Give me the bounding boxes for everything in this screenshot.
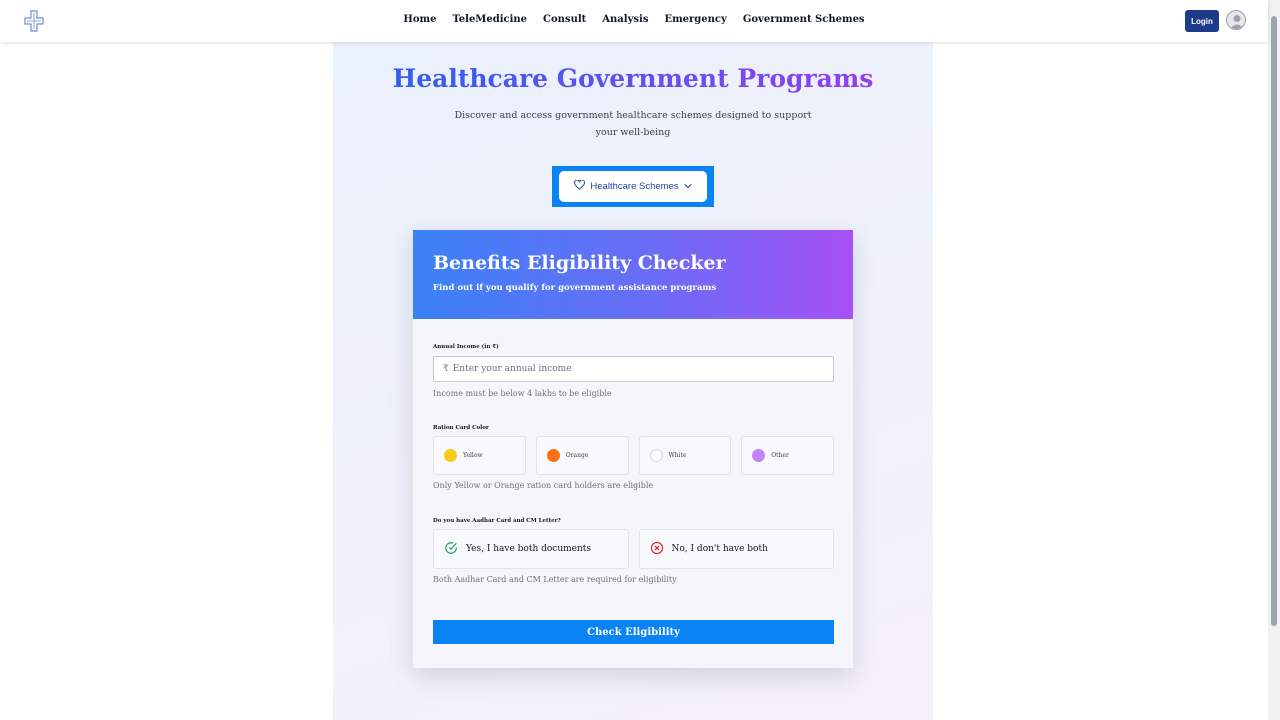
healthcare-schemes-dropdown[interactable]: Healthcare Schemes <box>559 171 707 202</box>
ration-option-white[interactable]: White <box>638 436 732 475</box>
nav-emergency[interactable]: Emergency <box>664 14 726 25</box>
nav-telemedicine[interactable]: TeleMedicine <box>452 14 527 25</box>
documents-no-option[interactable]: No, I don't have both <box>638 529 834 569</box>
purple-dot-icon <box>752 449 766 462</box>
orange-dot-icon <box>546 449 560 462</box>
dropdown-label: Healthcare Schemes <box>590 181 679 192</box>
page-scrollbar[interactable] <box>1268 0 1280 720</box>
yellow-dot-icon <box>444 449 457 462</box>
ration-color-options: Yellow Orange White Other <box>433 436 834 475</box>
main-content: Healthcare Government Programs Discover … <box>333 42 933 720</box>
card-header: Benefits Eligibility Checker Find out if… <box>413 230 853 319</box>
ration-option-yellow[interactable]: Yellow <box>433 436 526 475</box>
income-label: Annual Income (in ₹) <box>433 344 499 350</box>
option-label: Yellow <box>463 452 483 459</box>
ration-option-orange[interactable]: Orange <box>535 436 629 475</box>
chevron-down-icon <box>684 181 692 192</box>
option-label: Other <box>771 452 789 459</box>
heart-icon <box>574 179 586 193</box>
documents-yes-option[interactable]: Yes, I have both documents <box>433 529 629 569</box>
login-button[interactable]: Login <box>1185 10 1219 32</box>
card-subtitle: Find out if you qualify for government a… <box>433 283 717 293</box>
eligibility-checker-card: Benefits Eligibility Checker Find out if… <box>413 230 853 668</box>
income-hint: Income must be below 4 lakhs to be eligi… <box>433 389 612 398</box>
option-label: Orange <box>565 452 589 459</box>
card-title: Benefits Eligibility Checker <box>433 252 726 274</box>
income-field[interactable]: ₹ Enter your annual income <box>433 356 834 382</box>
nav-home[interactable]: Home <box>403 14 436 25</box>
option-label: White <box>668 452 687 459</box>
documents-options: Yes, I have both documents No, I don't h… <box>433 529 834 569</box>
income-placeholder: Enter your annual income <box>452 364 572 374</box>
documents-label: Do you have Aadhar Card and CM Letter? <box>433 518 561 524</box>
ration-card-label: Ration Card Color <box>433 425 489 431</box>
ration-hint: Only Yellow or Orange ration card holder… <box>433 481 654 490</box>
white-dot-icon <box>649 449 663 462</box>
nav-government-schemes[interactable]: Government Schemes <box>743 14 865 25</box>
scrollbar-thumb[interactable] <box>1271 16 1277 626</box>
option-label: Yes, I have both documents <box>466 544 592 554</box>
option-label: No, I don't have both <box>671 544 768 554</box>
top-navbar: Home TeleMedicine Consult Analysis Emerg… <box>0 0 1268 42</box>
ration-option-other[interactable]: Other <box>741 436 834 475</box>
schemes-dropdown-frame: Healthcare Schemes <box>552 166 714 207</box>
nav-consult[interactable]: Consult <box>543 14 586 25</box>
main-nav: Home TeleMedicine Consult Analysis Emerg… <box>0 14 1268 25</box>
nav-analysis[interactable]: Analysis <box>602 14 648 25</box>
check-eligibility-button[interactable]: Check Eligibility <box>433 620 834 644</box>
page-title: Healthcare Government Programs <box>333 64 933 93</box>
user-avatar-icon[interactable] <box>1226 10 1246 30</box>
page-subtitle: Discover and access government healthcar… <box>454 110 812 138</box>
check-circle-icon <box>444 541 458 558</box>
x-circle-icon <box>650 541 664 558</box>
rupee-icon: ₹ <box>443 364 449 374</box>
documents-hint: Both Aadhar Card and CM Letter are requi… <box>433 575 677 584</box>
